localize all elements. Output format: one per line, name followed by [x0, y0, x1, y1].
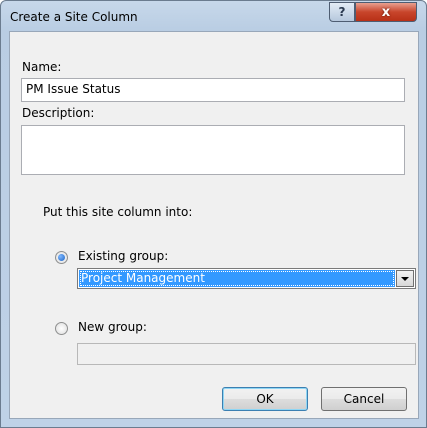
- existing-group-select[interactable]: Project Management: [77, 268, 416, 289]
- cancel-button-label: Cancel: [343, 392, 385, 406]
- new-group-radio[interactable]: [55, 322, 68, 335]
- help-icon: ?: [338, 5, 346, 19]
- dialog-body: Name: PM Issue Status Description: Put t…: [9, 31, 419, 419]
- name-field-value: PM Issue Status: [26, 82, 121, 96]
- group-prompt: Put this site column into:: [43, 205, 193, 219]
- title-bar[interactable]: Create a Site Column ? x: [1, 1, 426, 31]
- dialog-title: Create a Site Column: [10, 10, 138, 24]
- ok-button-label: OK: [256, 392, 274, 406]
- cancel-button[interactable]: Cancel: [321, 387, 407, 411]
- chevron-down-icon[interactable]: [396, 270, 414, 287]
- new-group-field[interactable]: [77, 343, 416, 365]
- description-field[interactable]: [21, 125, 405, 175]
- name-field[interactable]: PM Issue Status: [21, 78, 405, 102]
- close-icon: x: [381, 4, 391, 20]
- name-label: Name:: [22, 60, 62, 74]
- description-label: Description:: [22, 106, 95, 120]
- existing-group-label[interactable]: Existing group:: [78, 249, 168, 263]
- existing-group-selected-value: Project Management: [79, 270, 395, 287]
- help-button[interactable]: ?: [329, 2, 355, 22]
- create-site-column-dialog: Create a Site Column ? x Name: PM Issue …: [0, 0, 427, 428]
- ok-button[interactable]: OK: [222, 387, 308, 411]
- close-button[interactable]: x: [355, 2, 417, 22]
- existing-group-radio[interactable]: [55, 251, 68, 264]
- new-group-label[interactable]: New group:: [78, 320, 147, 334]
